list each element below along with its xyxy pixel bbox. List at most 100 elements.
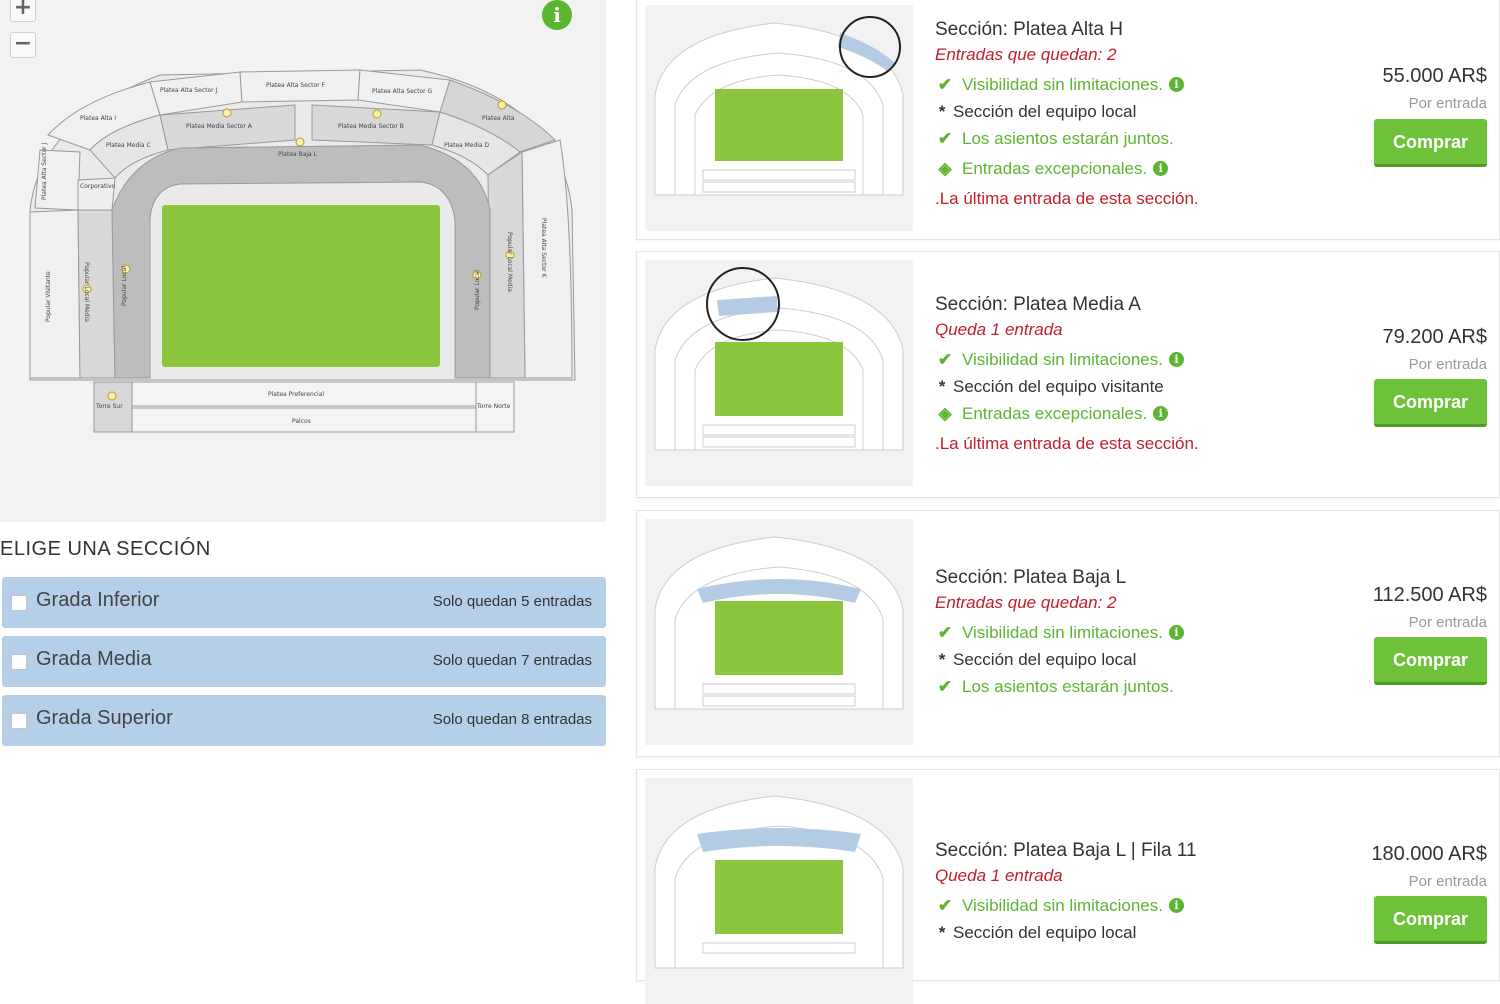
map-label: Platea Alta Sector K [540, 218, 547, 278]
info-icon[interactable]: i [1168, 352, 1184, 367]
map-label: Popular Local [121, 266, 128, 306]
feature-visibility: ✔ Visibilidad sin limitaciones. i [935, 619, 1275, 646]
info-icon[interactable]: i [542, 0, 572, 30]
map-label: Platea Alta Sector G [372, 88, 432, 95]
info-icon[interactable]: i [1168, 625, 1184, 640]
tier-name: Grada Media [36, 648, 152, 670]
feature-last-ticket: .La última entrada de esta sección. [935, 188, 1199, 208]
map-label: Torre Sur [95, 403, 123, 410]
stadium-map[interactable]: Platea Alta Sector J Platea Alta Sector … [20, 60, 580, 440]
listing-quantity: Entradas que quedan: 2 [935, 593, 1117, 612]
listing-price: 112.500 AR$ [1372, 584, 1487, 606]
listing-info: Sección: Platea Baja L Entradas que qued… [935, 567, 1275, 700]
info-icon[interactable]: i [1153, 406, 1169, 421]
asterisk-icon: * [938, 922, 946, 942]
listing-section-title: Sección: Platea Baja L | Fila 11 [935, 840, 1197, 861]
check-icon: ✔ [937, 895, 953, 915]
check-icon: ✔ [937, 74, 953, 94]
zoom-in-button[interactable]: + [10, 0, 36, 22]
feature-together: ✔ Los asientos estarán juntos. [935, 125, 1275, 152]
tier-availability: Solo quedan 7 entradas [432, 652, 592, 669]
section-thumbnail [645, 5, 913, 231]
per-ticket-label: Por entrada [1408, 873, 1487, 890]
asterisk-icon: * [938, 649, 946, 669]
check-icon: ✔ [937, 622, 953, 642]
tier-row-superior[interactable]: Grada Superior Solo quedan 8 entradas [2, 695, 606, 746]
map-label: Corporativo [80, 183, 116, 190]
ticket-listing[interactable]: Sección: Platea Baja L Entradas que qued… [636, 510, 1500, 757]
listing-price: 55.000 AR$ [1382, 65, 1487, 87]
map-label: Torre Norte [476, 403, 511, 410]
listing-quantity: Queda 1 entrada [935, 866, 1063, 885]
feature-last-ticket: .La última entrada de esta sección. [935, 433, 1199, 453]
map-label: Platea Alta Sector F [266, 82, 325, 89]
tier-name: Grada Inferior [36, 589, 160, 611]
feature-team: * Sección del equipo local [935, 919, 1275, 946]
map-section-popular-visitante[interactable] [29, 209, 81, 379]
ticket-listing[interactable]: Sección: Platea Media A Queda 1 entrada … [636, 251, 1500, 498]
tier-row-media[interactable]: Grada Media Solo quedan 7 entradas [2, 636, 606, 687]
map-label: Popular Local Media [83, 262, 90, 322]
buy-button[interactable]: Comprar [1374, 896, 1487, 944]
feature-team: * Sección del equipo local [935, 98, 1275, 125]
tier-availability: Solo quedan 5 entradas [432, 593, 592, 610]
asterisk-icon: * [938, 101, 946, 121]
map-label: Palcos [292, 418, 311, 425]
per-ticket-label: Por entrada [1408, 614, 1487, 631]
choose-section-heading: ELIGE UNA SECCIÓN [0, 538, 211, 560]
feature-exceptional: ◈ Entradas excepcionales. i [935, 400, 1275, 427]
tier-checkbox[interactable] [11, 654, 27, 670]
stadium-map-panel[interactable]: + − i Platea Alta Sector J Platea Alta S… [0, 0, 606, 522]
listing-quantity: Queda 1 entrada [935, 320, 1063, 339]
info-icon[interactable]: i [1153, 161, 1169, 176]
per-ticket-label: Por entrada [1408, 356, 1487, 373]
left-panel: + − i Platea Alta Sector J Platea Alta S… [0, 0, 606, 971]
section-thumbnail [645, 260, 913, 486]
pitch [162, 205, 440, 367]
diamond-icon: ◈ [938, 158, 952, 178]
map-label: Platea Media Sector B [338, 123, 404, 130]
zoom-out-button[interactable]: − [10, 32, 36, 58]
feature-together: ✔ Los asientos estarán juntos. [935, 673, 1275, 700]
ticket-listing[interactable]: Sección: Platea Alta H Entradas que qued… [636, 0, 1500, 240]
section-thumbnail [645, 519, 913, 745]
feature-exceptional: ◈ Entradas excepcionales. i [935, 155, 1275, 182]
per-ticket-label: Por entrada [1408, 95, 1487, 112]
listing-info: Sección: Platea Baja L | Fila 11 Queda 1… [935, 840, 1275, 946]
tier-name: Grada Superior [36, 707, 173, 729]
listing-section-title: Sección: Platea Media A [935, 294, 1141, 315]
feature-visibility: ✔ Visibilidad sin limitaciones. i [935, 71, 1275, 98]
feature-team: * Sección del equipo visitante [935, 373, 1275, 400]
tier-checkbox[interactable] [11, 713, 27, 729]
map-label: Platea Alta I [80, 115, 116, 122]
map-label: Platea Baja L [278, 151, 318, 158]
map-label: Platea Alta [482, 115, 515, 122]
listing-info: Sección: Platea Alta H Entradas que qued… [935, 19, 1275, 212]
info-icon[interactable]: i [1168, 898, 1184, 913]
map-label: Popular Local [474, 270, 481, 310]
asterisk-icon: * [938, 376, 946, 396]
feature-visibility: ✔ Visibilidad sin limitaciones. i [935, 346, 1275, 373]
listing-price: 180.000 AR$ [1371, 843, 1487, 865]
map-label: Platea Preferencial [268, 391, 324, 398]
diamond-icon: ◈ [938, 403, 952, 423]
tier-availability: Solo quedan 8 entradas [432, 711, 592, 728]
listing-section-title: Sección: Platea Alta H [935, 19, 1123, 40]
listing-quantity: Entradas que quedan: 2 [935, 45, 1117, 64]
check-icon: ✔ [937, 676, 953, 696]
map-label: Platea Media C [106, 142, 151, 149]
feature-visibility: ✔ Visibilidad sin limitaciones. i [935, 892, 1275, 919]
map-label: Popular Visitante [45, 271, 52, 322]
tier-checkbox[interactable] [11, 595, 27, 611]
listing-price: 79.200 AR$ [1382, 326, 1487, 348]
map-label: Popular Local Media [506, 232, 513, 292]
info-icon[interactable]: i [1168, 77, 1184, 92]
tier-row-inferior[interactable]: Grada Inferior Solo quedan 5 entradas [2, 577, 606, 628]
buy-button[interactable]: Comprar [1374, 119, 1487, 167]
map-label: Platea Media Sector A [186, 123, 253, 130]
buy-button[interactable]: Comprar [1374, 379, 1487, 427]
map-label: Platea Media D [444, 142, 490, 149]
ticket-listing[interactable]: Sección: Platea Baja L | Fila 11 Queda 1… [636, 769, 1500, 1004]
buy-button[interactable]: Comprar [1374, 637, 1487, 685]
section-thumbnail [645, 778, 913, 1004]
